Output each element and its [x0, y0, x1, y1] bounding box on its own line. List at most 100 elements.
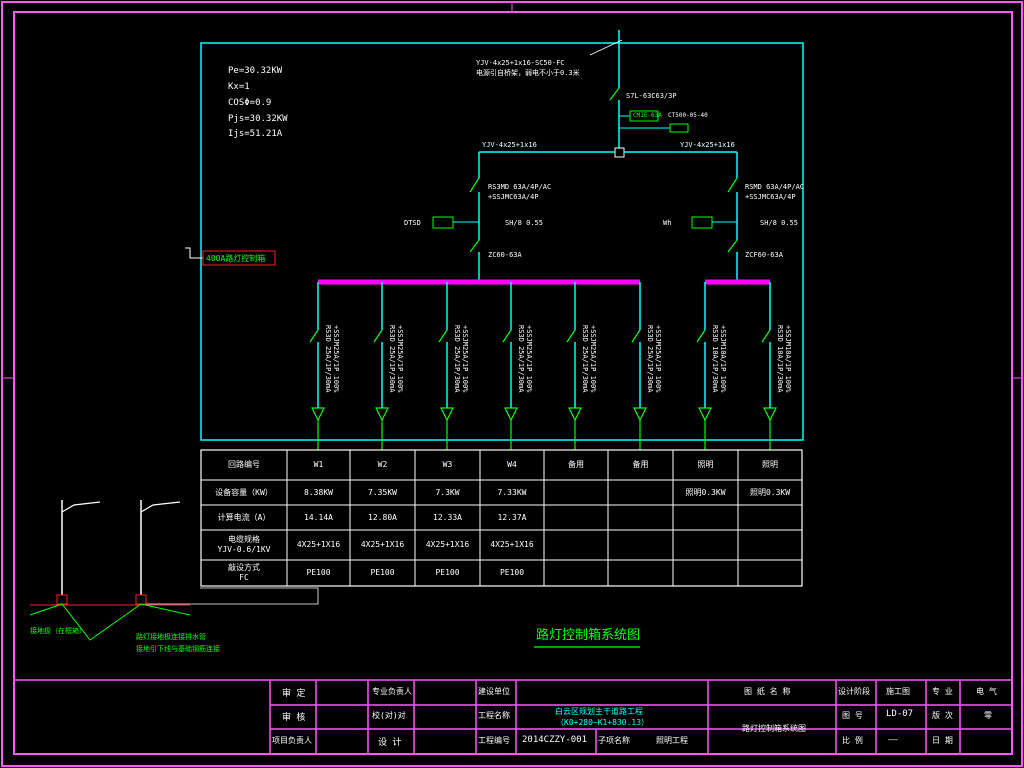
feeder-breaker-spec-2: +SSJM25A/1P 100%: [525, 325, 533, 393]
tb-sub-name: 照明工程: [656, 736, 688, 745]
param-cos: COSΦ=0.9: [228, 98, 272, 108]
tb-discipline-label: 专 业: [932, 687, 953, 696]
tb-version: 零: [984, 711, 992, 720]
table-cell: 照明0.3KW: [685, 487, 726, 497]
table-cell: 照明0.3KW: [749, 487, 791, 497]
pole-note-2: 路灯接地极连接排水管: [136, 633, 206, 641]
feeder-breaker-spec-2: +SSJM25A/1P 100%: [396, 325, 404, 393]
feeder-breaker-spec-2: +SSJM10A/1P 100%: [784, 325, 792, 393]
table-cell: 4X25+1X16: [490, 540, 534, 549]
tb-project-label: 工程名称: [478, 711, 510, 720]
tb-design: 设 计: [378, 738, 402, 748]
table-cell: 备用: [568, 460, 584, 469]
right-timer: ZCF60-63A: [745, 251, 783, 259]
tb-drawing-name: 路灯控制箱系统图: [742, 724, 806, 733]
tb-discipline: 电 气: [976, 687, 997, 696]
param-pjs: Pjs=30.32KW: [228, 114, 288, 124]
pole-note-3: 接地引下线与基础钢筋连接: [136, 645, 220, 653]
tb-check: 校(对)对: [372, 711, 406, 720]
tb-project-name: 白云区规划主干道路工程: [555, 707, 643, 716]
table-cell: 14.14A: [304, 512, 333, 522]
table-row-header: 设备容量（KW）: [215, 487, 273, 497]
feeder-output-symbol: [375, 407, 389, 422]
param-kx: Kx=1: [228, 82, 250, 92]
feeder-breaker-spec: RS3D 25A/1P/30mA: [581, 325, 589, 393]
table-cell: 8.38KW: [304, 487, 333, 497]
tb-date-label: 日 期: [932, 736, 953, 745]
tb-scale-label: 比 例: [842, 736, 863, 745]
table-cell: 7.35KW: [368, 487, 397, 497]
table-cell: W3: [442, 460, 453, 469]
table-row-header: 回路编号: [228, 460, 260, 469]
feeder-breaker-spec-2: +SSJM25A/1P 100%: [589, 325, 597, 393]
left-breaker-spec-2: +SSJMC63A/4P: [488, 193, 539, 201]
table-cell: 4X25+1X16: [360, 540, 405, 549]
table-cell: 12.37A: [497, 512, 527, 522]
feeder-output-symbol: [311, 407, 325, 422]
table-cell: 7.33KW: [497, 487, 527, 497]
table-cell: PE100: [306, 568, 331, 577]
tb-version-label: 版 次: [932, 711, 953, 720]
tb-discipline-lead: 专业负责人: [372, 687, 412, 696]
tb-sub-label: 子项名称: [598, 736, 630, 745]
table-cell: 备用: [632, 460, 649, 469]
table-cell: PE100: [499, 568, 525, 577]
feeder-breaker-spec: RS3D 10A/1P/30mA: [776, 325, 784, 393]
table-row-header: 计算电流（A）: [217, 512, 271, 522]
drawing-title: 路灯控制箱系统图: [536, 628, 641, 643]
table-cell: W2: [377, 460, 388, 469]
feeder-breaker-spec: RS3D 25A/1P/30mA: [388, 325, 396, 393]
feeder-breaker-spec: RS3D 25A/1P/30mA: [453, 325, 461, 393]
right-breaker-spec-2: +SSJMC63A/4P: [745, 193, 796, 201]
tb-drawing-name-label: 图 纸 名 称: [744, 687, 791, 696]
left-timer: ZC60-63A: [488, 251, 522, 259]
meter-left-label: CM1E-63A: [633, 112, 662, 119]
control-box-name: 400A路灯控制箱: [206, 254, 266, 263]
left-value: SH/8 0.55: [505, 219, 543, 227]
table-cell: 4X25+1X16: [425, 540, 470, 549]
incoming-cable-note: 电源引自桥架，弱电不小于0.3米: [476, 69, 580, 77]
meter-right-label: CT500-05-40: [668, 112, 708, 119]
feeder-breaker-spec: RS3D 25A/1P/30mA: [646, 325, 654, 393]
right-controller-label: Wh: [663, 219, 672, 227]
tb-fig-label: 图 号: [842, 711, 863, 720]
table-row-header: 电缆规格 YJV-0.6/1KV: [217, 535, 271, 554]
branch-cable-right: YJV-4x25+1x16: [680, 141, 735, 149]
feeder-breaker-spec-2: +SSJM25A/1P 100%: [332, 325, 340, 393]
feeder-output-symbol: [568, 407, 582, 422]
tb-project-range: （K0+280~K1+830.13）: [556, 718, 650, 727]
table-cell: PE100: [370, 568, 395, 577]
table-cell: PE100: [435, 568, 460, 577]
tb-stage-label: 设计阶段: [838, 687, 870, 696]
feeder-breaker-spec: RS3D 25A/1P/30mA: [324, 325, 332, 393]
table-cell: 7.3KW: [435, 487, 460, 497]
left-controller-label: DTSD: [404, 219, 421, 227]
feeder-output-symbol: [763, 407, 777, 422]
tb-approve: 审 定: [282, 689, 306, 699]
param-pe: Pe=30.32KW: [228, 66, 283, 76]
table-cell: W1: [313, 460, 324, 469]
main-switch-label: S7L-63C63/3P: [626, 92, 677, 100]
feeder-output-symbol: [440, 407, 454, 422]
tb-review: 审 核: [282, 713, 306, 723]
tb-number: 2014CZZY-001: [522, 735, 588, 745]
table-cell: W4: [507, 460, 517, 469]
table-row-header: 敲设方式 FC: [228, 563, 260, 582]
table-cell: 12.33A: [433, 512, 462, 522]
feeder-breaker-spec-2: +SSJM25A/1P 100%: [461, 325, 469, 393]
tb-scale: ——: [888, 735, 898, 744]
branch-cable-left: YJV-4x25+1x16: [482, 141, 537, 149]
tb-client-label: 建设单位: [478, 687, 510, 696]
tb-project-lead: 项目负责人: [272, 736, 312, 745]
table-cell: 12.80A: [368, 512, 397, 522]
feeder-output-symbol: [633, 407, 647, 422]
tb-stage: 施工图: [886, 687, 910, 696]
table-cell: 照明: [697, 460, 714, 469]
feeder-output-symbol: [698, 407, 712, 422]
tb-number-label: 工程编号: [478, 736, 510, 745]
feeder-output-symbol: [504, 407, 518, 422]
table-cell: 照明: [762, 460, 778, 469]
tb-fig: LD-07: [886, 709, 914, 719]
feeder-breaker-spec-2: +SSJM10A/1P 100%: [719, 325, 727, 393]
feeder-breaker-spec: RS3D 10A/1P/30mA: [711, 325, 719, 393]
